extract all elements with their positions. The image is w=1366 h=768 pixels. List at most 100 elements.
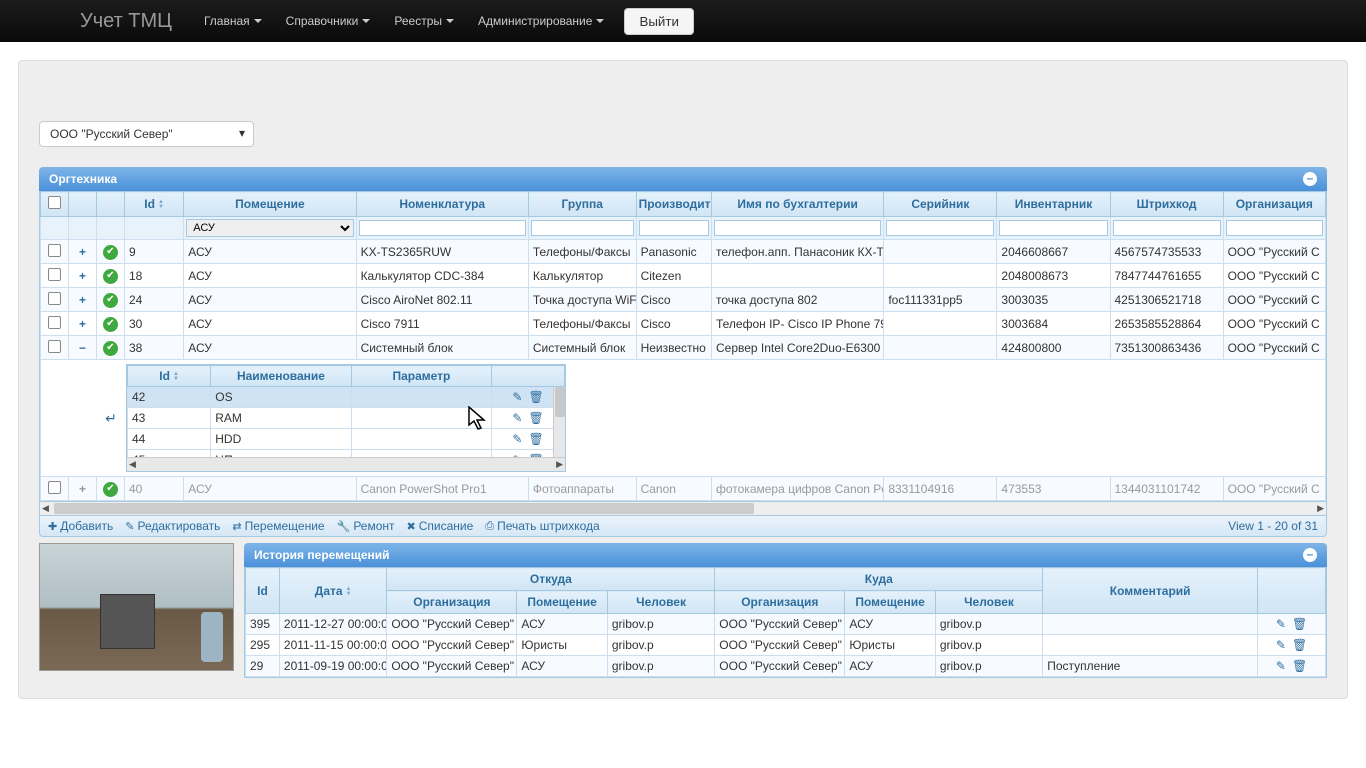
row-checkbox[interactable]	[48, 244, 61, 257]
table-row[interactable]: −✔38АСУСистемный блокСистемный блокНеизв…	[41, 336, 1326, 360]
row-checkbox[interactable]	[48, 292, 61, 305]
table-row[interactable]: +✔30АСУCisco 7911Телефоны/ФаксыCiscoТеле…	[41, 312, 1326, 336]
sub-col-id[interactable]: Id	[128, 366, 211, 387]
delete-icon[interactable]: 🗑	[528, 432, 543, 446]
subgrid-collapse-icon[interactable]: ↵	[96, 410, 126, 427]
expand-row-icon[interactable]: +	[69, 264, 97, 288]
tool-barcode[interactable]: ⎙Печать штрихкода	[485, 519, 599, 533]
edit-icon[interactable]: ✎	[512, 411, 522, 425]
delete-icon[interactable]: 🗑	[1292, 638, 1307, 652]
caret-icon	[446, 19, 454, 23]
row-checkbox[interactable]	[48, 268, 61, 281]
edit-icon[interactable]: ✎	[1276, 638, 1286, 652]
filter-group[interactable]	[531, 220, 634, 236]
edit-icon[interactable]: ✎	[512, 432, 522, 446]
filter-org[interactable]	[1226, 220, 1323, 236]
history-row[interactable]: 292011-09-19 00:00:0ООО "Русский Север"А…	[246, 656, 1326, 677]
collapse-icon[interactable]: –	[1303, 548, 1317, 562]
tool-move[interactable]: ⇄Перемещение	[232, 519, 324, 533]
edit-icon[interactable]: ✎	[512, 390, 522, 404]
subgrid-row[interactable]: 44HDD✎🗑	[128, 429, 565, 450]
col-id[interactable]: Id	[125, 192, 184, 217]
filter-sn[interactable]	[886, 220, 994, 236]
filter-acc[interactable]	[714, 220, 881, 236]
hist-col-date[interactable]: Дата	[279, 568, 386, 614]
collapse-icon[interactable]: –	[1303, 172, 1317, 186]
delete-icon[interactable]: 🗑	[1292, 617, 1307, 631]
logout-button[interactable]: Выйти	[624, 8, 693, 35]
col-group[interactable]: Группа	[528, 192, 636, 217]
collapse-row-icon[interactable]: −	[69, 336, 97, 360]
tool-repair[interactable]: 🔧Ремонт	[337, 519, 395, 533]
hist-col-to-org[interactable]: Организация	[715, 591, 845, 614]
delete-icon[interactable]: 🗑	[1292, 659, 1307, 673]
hist-col-to-person[interactable]: Человек	[935, 591, 1042, 614]
header-row: Id Помещение Номенклатура Группа Произво…	[41, 192, 1326, 217]
scroll-right-icon[interactable]: ▶	[1317, 503, 1324, 514]
scrollbar-thumb[interactable]	[555, 387, 565, 417]
history-row[interactable]: 3952011-12-27 00:00:0ООО "Русский Север"…	[246, 614, 1326, 635]
nav-main[interactable]: Главная	[192, 14, 274, 28]
sub-col-name[interactable]: Наименование	[211, 366, 351, 387]
edit-icon[interactable]: ✎	[1276, 659, 1286, 673]
hist-col-from-room[interactable]: Помещение	[517, 591, 607, 614]
col-room[interactable]: Помещение	[184, 192, 356, 217]
filter-maker[interactable]	[639, 220, 709, 236]
tool-edit[interactable]: ✎Редактировать	[125, 519, 220, 533]
history-row[interactable]: 2952011-11-15 00:00:0ООО "Русский Север"…	[246, 635, 1326, 656]
hist-col-from-person[interactable]: Человек	[607, 591, 714, 614]
table-row[interactable]: +✔40АСУCanon PowerShot Pro1ФотоаппаратыC…	[41, 477, 1326, 501]
grid-h-scrollbar[interactable]: ◀ ▶	[39, 502, 1327, 516]
hist-col-actions	[1258, 568, 1326, 614]
col-checkbox[interactable]	[41, 192, 69, 217]
tool-add[interactable]: ✚Добавить	[48, 519, 113, 533]
delete-icon[interactable]: 🗑	[528, 411, 543, 425]
scroll-left-icon[interactable]: ◀	[42, 503, 49, 514]
col-bc[interactable]: Штрихкод	[1110, 192, 1223, 217]
col-acc[interactable]: Имя по бухгалтерии	[711, 192, 883, 217]
col-inv[interactable]: Инвентарник	[997, 192, 1110, 217]
filter-bc[interactable]	[1113, 220, 1221, 236]
scroll-left-icon[interactable]: ◀	[129, 459, 136, 470]
filter-inv[interactable]	[999, 220, 1107, 236]
org-select[interactable]: ООО "Русский Север"	[39, 121, 254, 147]
filter-nom[interactable]	[359, 220, 526, 236]
col-status	[97, 192, 125, 217]
edit-icon[interactable]: ✎	[1276, 617, 1286, 631]
col-maker[interactable]: Производитель	[636, 192, 711, 217]
row-checkbox[interactable]	[48, 340, 61, 353]
status-ok-icon: ✔	[103, 293, 118, 308]
expand-row-icon[interactable]: +	[69, 240, 97, 264]
expand-row-icon[interactable]: +	[69, 312, 97, 336]
history-grid: Id Дата Откуда Куда Комментарий Организа…	[244, 567, 1327, 678]
nav-admin[interactable]: Администрирование	[466, 14, 616, 28]
scroll-right-icon[interactable]: ▶	[556, 459, 563, 470]
filter-room[interactable]: АСУ	[186, 219, 353, 237]
subgrid-h-scrollbar[interactable]: ◀▶	[127, 457, 565, 471]
nav-registries[interactable]: Реестры	[382, 14, 466, 28]
writeoff-icon: ✖	[407, 520, 416, 533]
hist-col-comment[interactable]: Комментарий	[1043, 568, 1258, 614]
grid-nav: ✚Добавить ✎Редактировать ⇄Перемещение 🔧Р…	[39, 516, 1327, 537]
subgrid-v-scrollbar[interactable]	[553, 387, 565, 457]
col-nom[interactable]: Номенклатура	[356, 192, 528, 217]
hist-col-id[interactable]: Id	[246, 568, 280, 614]
table-row[interactable]: +✔24АСУCisco AiroNet 802.11Точка доступа…	[41, 288, 1326, 312]
subgrid-row[interactable]: 42OS✎🗑	[128, 387, 565, 408]
move-icon: ⇄	[232, 520, 241, 533]
table-row[interactable]: +✔9АСУKX-TS2365RUWТелефоны/ФаксыPanasoni…	[41, 240, 1326, 264]
row-checkbox[interactable]	[48, 316, 61, 329]
subgrid-row[interactable]: 43RAM✎🗑	[128, 408, 565, 429]
col-sn[interactable]: Серийник	[884, 192, 997, 217]
delete-icon[interactable]: 🗑	[528, 390, 543, 404]
table-row[interactable]: +✔18АСУКалькулятор CDC-384КалькуляторCit…	[41, 264, 1326, 288]
hist-col-to-room[interactable]: Помещение	[845, 591, 935, 614]
hist-col-from-org[interactable]: Организация	[387, 591, 517, 614]
scrollbar-thumb[interactable]	[54, 503, 754, 514]
sub-col-param[interactable]: Параметр	[351, 366, 491, 387]
nav-dicts[interactable]: Справочники	[274, 14, 383, 28]
tool-writeoff[interactable]: ✖Списание	[407, 519, 474, 533]
col-org[interactable]: Организация	[1223, 192, 1325, 217]
status-ok-icon: ✔	[103, 269, 118, 284]
expand-row-icon[interactable]: +	[69, 288, 97, 312]
